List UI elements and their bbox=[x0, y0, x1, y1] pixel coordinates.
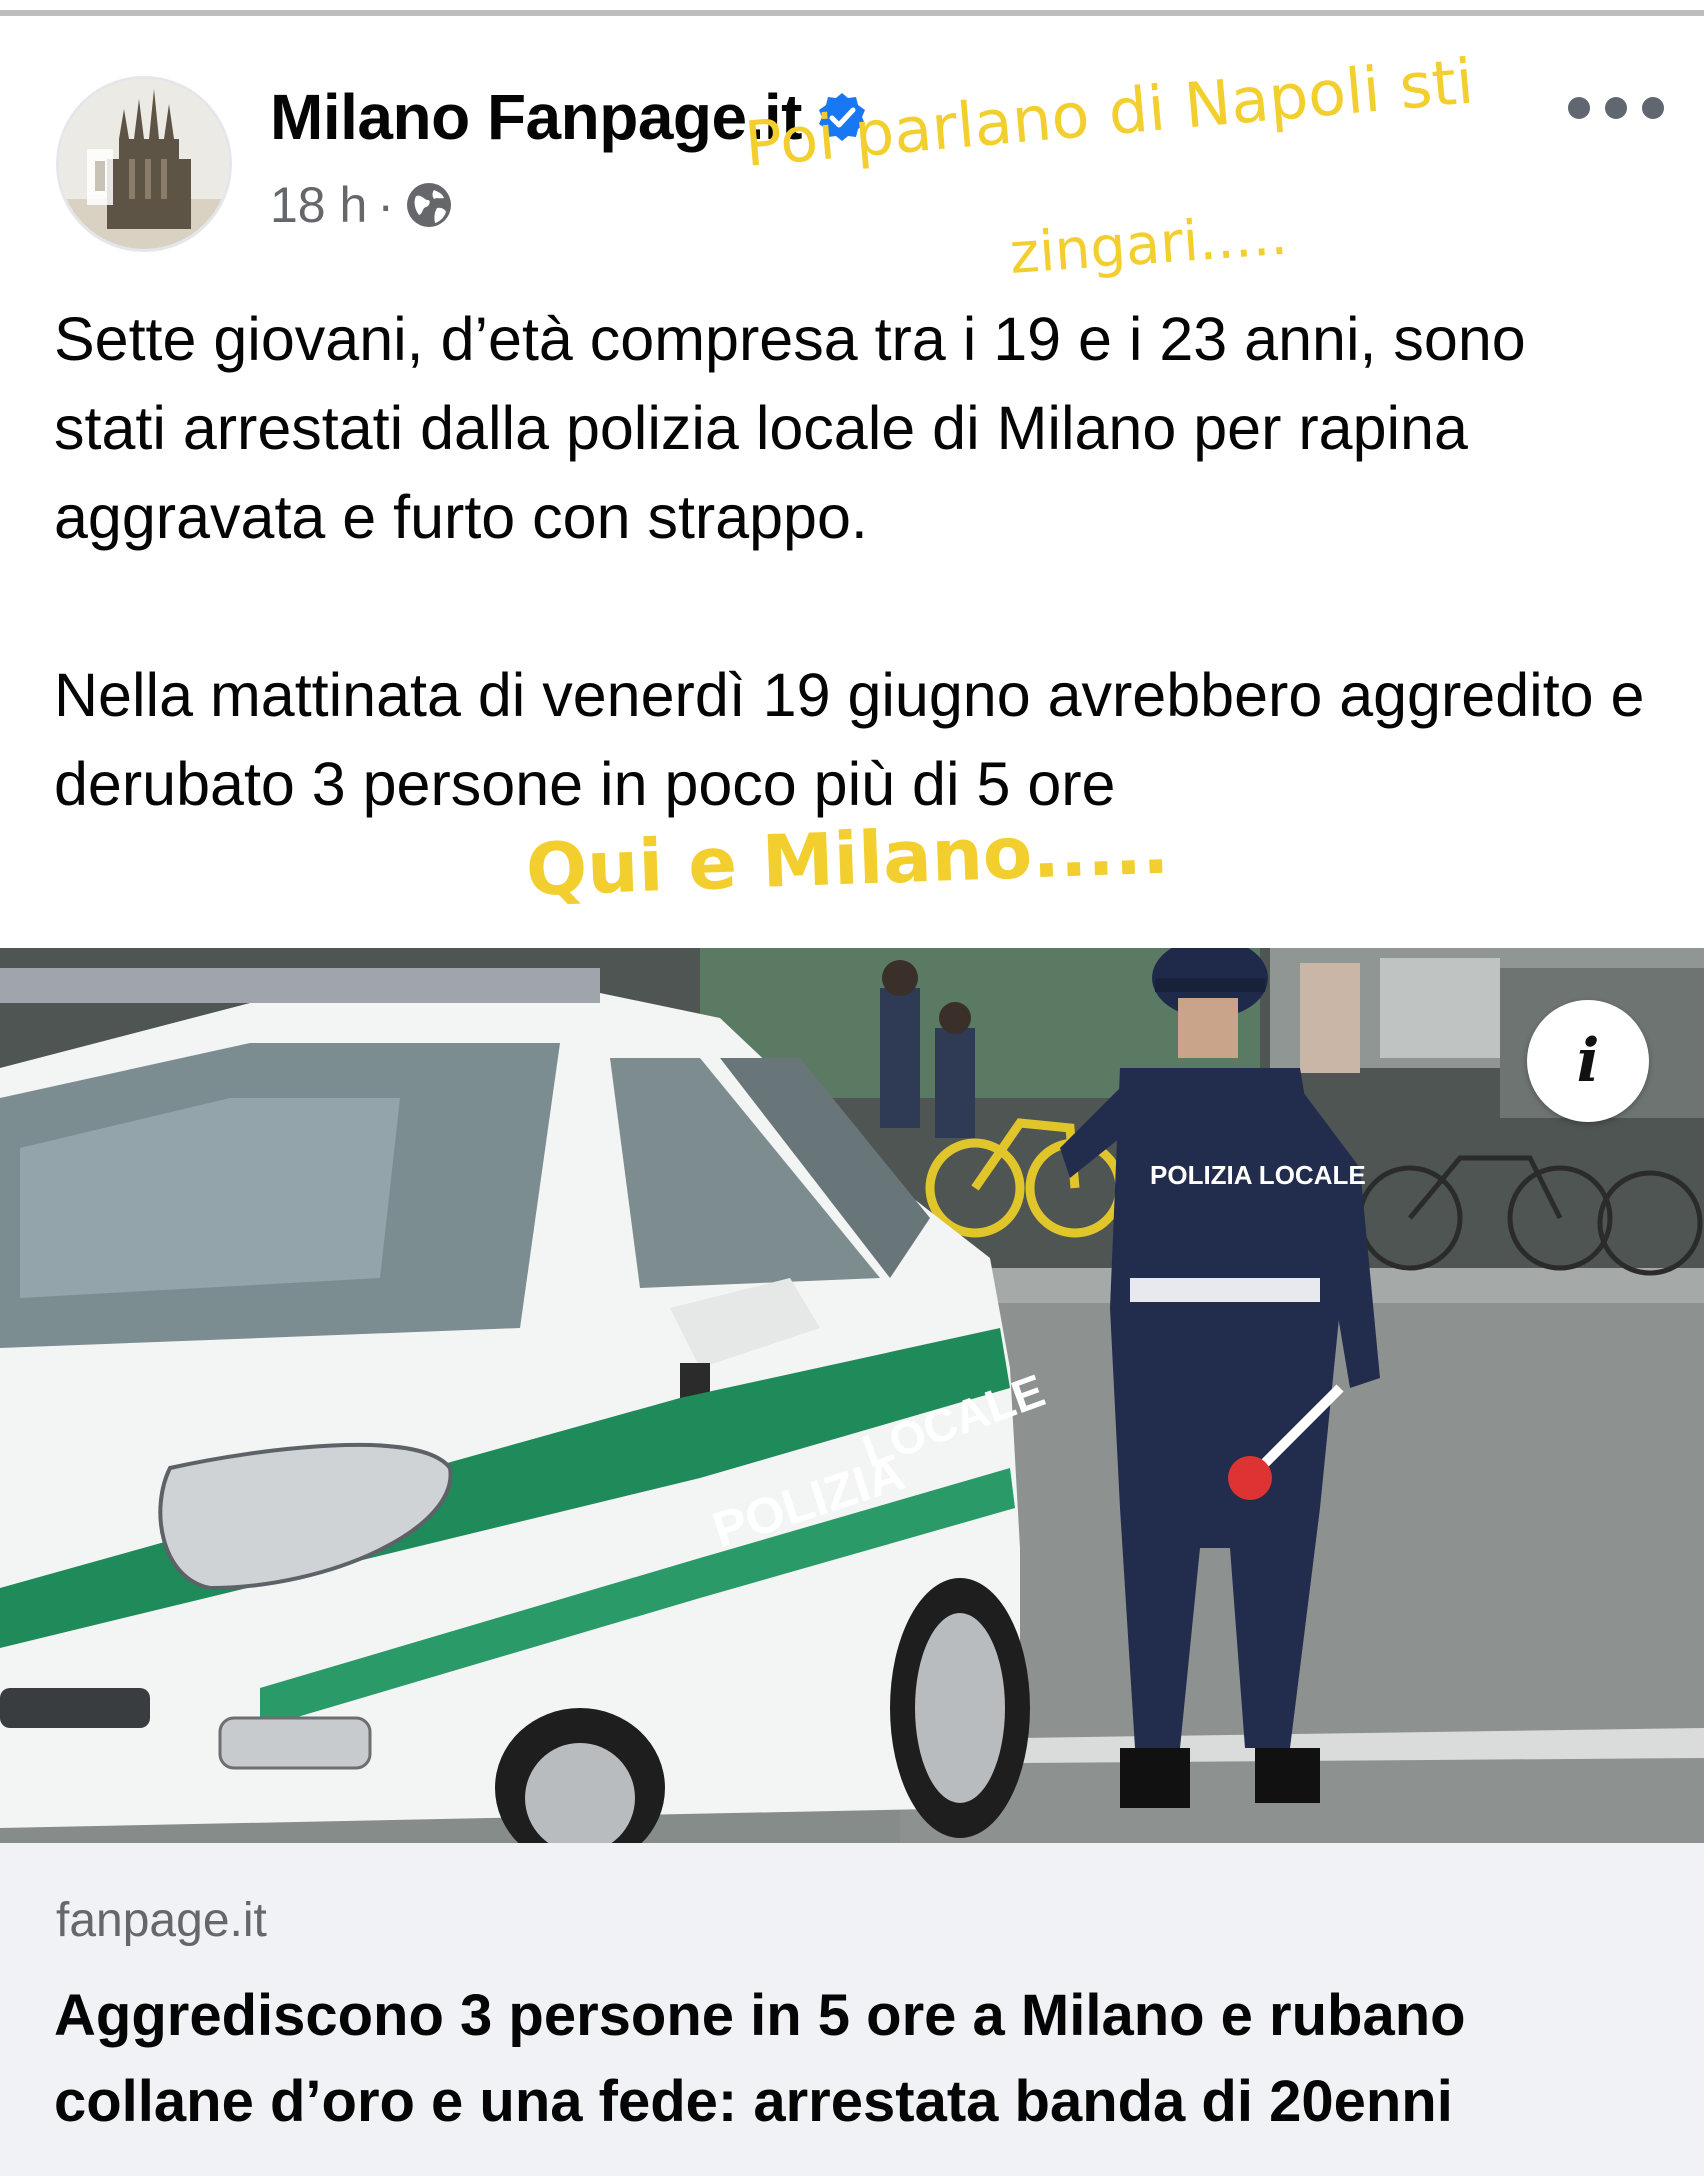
more-dot bbox=[1568, 97, 1590, 119]
info-icon: i bbox=[1576, 1026, 1600, 1096]
post-timestamp[interactable]: 18 h bbox=[270, 176, 367, 234]
page-name[interactable]: Milano Fanpage.it bbox=[270, 80, 802, 154]
facebook-post: Milano Fanpage.it 18 h · Poi parlano di … bbox=[0, 0, 1704, 2176]
meta-separator: · bbox=[377, 177, 394, 233]
post-photo[interactable]: POLIZIA LOCALE POLIZIA LOCALE bbox=[0, 948, 1704, 1843]
post-text: Sette giovani, d’età compresa tra i 19 e… bbox=[54, 295, 1654, 829]
more-options-icon[interactable] bbox=[1568, 88, 1664, 128]
info-button[interactable]: i bbox=[1527, 1000, 1649, 1122]
overlay-caption-line2: zingari..... bbox=[1007, 202, 1290, 287]
page-avatar[interactable] bbox=[56, 76, 232, 252]
divider bbox=[0, 10, 1704, 16]
more-dot bbox=[1642, 97, 1664, 119]
link-domain: fanpage.it bbox=[56, 1894, 267, 1947]
link-title[interactable]: Aggrediscono 3 persone in 5 ore a Milano… bbox=[54, 1973, 1674, 2145]
post-paragraph: Sette giovani, d’età compresa tra i 19 e… bbox=[54, 305, 1526, 551]
link-preview-card[interactable]: fanpage.it Aggrediscono 3 persone in 5 o… bbox=[0, 1843, 1704, 2176]
more-dot bbox=[1605, 97, 1627, 119]
officer-back-text: POLIZIA LOCALE bbox=[1150, 1160, 1366, 1190]
overlay-caption-line1: Poi parlano di Napoli sti bbox=[741, 44, 1477, 181]
post-paragraph: Nella mattinata di venerdì 19 giugno avr… bbox=[54, 661, 1645, 818]
post-meta: 18 h · bbox=[270, 176, 454, 234]
globe-icon bbox=[404, 180, 454, 230]
